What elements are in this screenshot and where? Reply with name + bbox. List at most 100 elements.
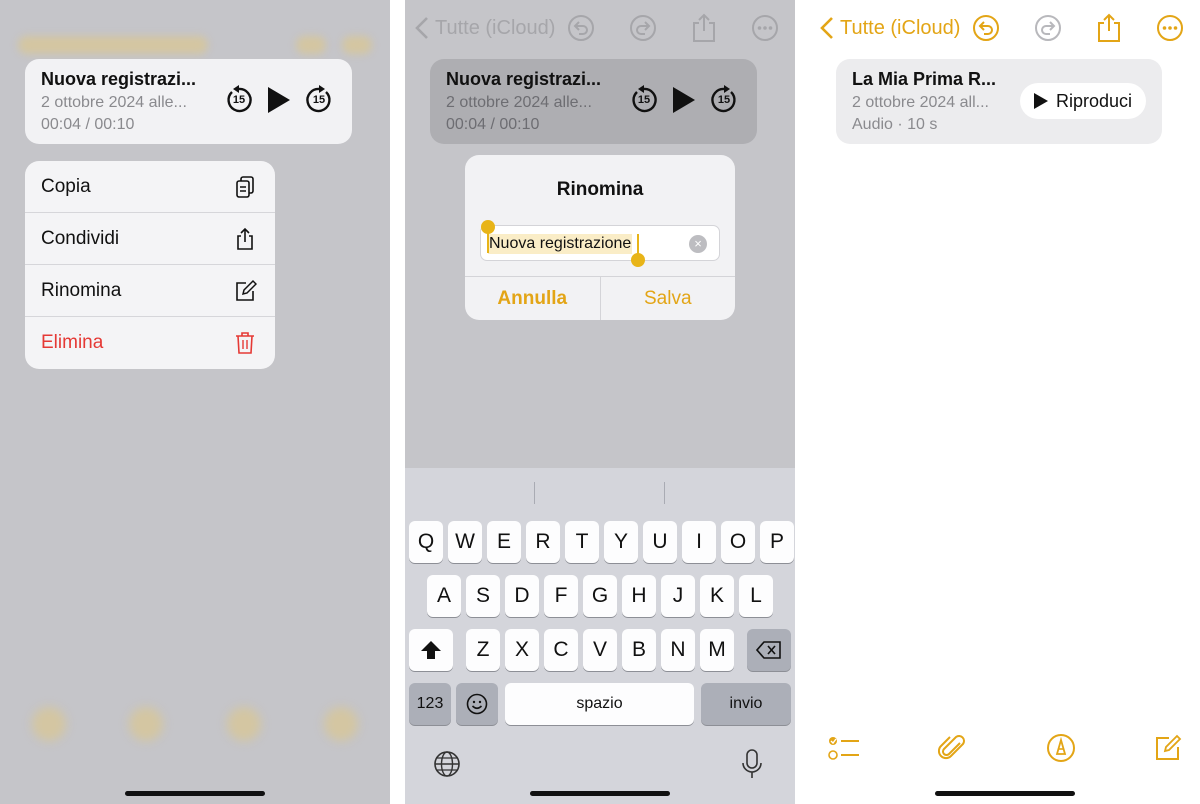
key-k[interactable]: K xyxy=(700,575,734,617)
key-u[interactable]: U xyxy=(643,521,677,563)
key-h[interactable]: H xyxy=(622,575,656,617)
play-icon xyxy=(1033,93,1048,109)
selected-text: Nuova registrazione xyxy=(488,234,633,254)
key-j[interactable]: J xyxy=(661,575,695,617)
home-indicator xyxy=(125,791,265,796)
play-icon xyxy=(673,87,695,113)
blurred-icon xyxy=(342,36,372,54)
menu-item-share[interactable]: Condividi xyxy=(25,213,275,265)
redo-icon[interactable] xyxy=(1034,14,1062,42)
checklist-icon[interactable] xyxy=(828,734,860,762)
back-button[interactable]: Tutte (iCloud) xyxy=(820,16,960,40)
emoji-key[interactable] xyxy=(456,683,498,725)
play-icon[interactable] xyxy=(268,87,290,113)
audio-progress-time: 00:04 / 00:10 xyxy=(446,116,540,133)
suggestion-divider xyxy=(534,482,535,504)
rename-input[interactable]: Nuova registrazione × xyxy=(480,225,720,261)
key-x[interactable]: X xyxy=(505,629,539,671)
keyboard: Q W E R T Y U I O P A S D F G H J K L Z xyxy=(405,468,795,804)
menu-item-copy[interactable]: Copia xyxy=(25,161,275,213)
blurred-toolbar xyxy=(0,704,390,744)
key-f[interactable]: F xyxy=(544,575,578,617)
blurred-navbar xyxy=(0,30,390,60)
save-button[interactable]: Salva xyxy=(601,277,736,320)
screen-note: Tutte (iCloud) La Mia Prima R... 2 ottob… xyxy=(810,0,1200,804)
keyboard-row-2: A S D F G H J K L xyxy=(405,575,795,617)
clear-text-icon[interactable]: × xyxy=(689,235,707,253)
blurred-back-label xyxy=(18,36,208,54)
key-w[interactable]: W xyxy=(448,521,482,563)
key-b[interactable]: B xyxy=(622,629,656,671)
suggestion-bar xyxy=(405,468,795,518)
blurred-icon xyxy=(31,707,66,741)
paperclip-icon[interactable] xyxy=(938,733,968,763)
home-indicator xyxy=(935,791,1075,796)
key-z[interactable]: Z xyxy=(466,629,500,671)
back-label: Tutte (iCloud) xyxy=(840,16,961,39)
key-l[interactable]: L xyxy=(739,575,773,617)
key-d[interactable]: D xyxy=(505,575,539,617)
shift-icon xyxy=(421,641,441,659)
play-button[interactable]: Riproduci xyxy=(1019,83,1146,119)
key-i[interactable]: I xyxy=(682,521,716,563)
key-a[interactable]: A xyxy=(427,575,461,617)
blurred-icon xyxy=(129,707,164,741)
audio-attachment-card: Nuova registrazi... 2 ottobre 2024 alle.… xyxy=(430,59,757,144)
keyboard-row-1: Q W E R T Y U I O P xyxy=(405,521,795,563)
nav-actions xyxy=(972,13,1184,43)
key-y[interactable]: Y xyxy=(604,521,638,563)
key-q[interactable]: Q xyxy=(409,521,443,563)
key-v[interactable]: V xyxy=(583,629,617,671)
menu-item-rename[interactable]: Rinomina xyxy=(25,265,275,317)
screen-context-menu: Nuova registrazi... 2 ottobre 2024 alle.… xyxy=(0,0,390,804)
key-o[interactable]: O xyxy=(721,521,755,563)
copy-icon xyxy=(236,175,254,198)
skip-forward-15-icon[interactable]: 15 xyxy=(304,85,334,115)
shift-key[interactable] xyxy=(409,629,453,671)
key-g[interactable]: G xyxy=(583,575,617,617)
audio-attachment-card[interactable]: Nuova registrazi... 2 ottobre 2024 alle.… xyxy=(25,59,352,144)
emoji-icon xyxy=(466,693,488,715)
bottom-toolbar xyxy=(810,728,1200,768)
more-icon[interactable] xyxy=(1156,14,1184,42)
undo-icon[interactable] xyxy=(972,14,1000,42)
key-p[interactable]: P xyxy=(760,521,794,563)
share-icon[interactable] xyxy=(1096,13,1122,43)
back-button[interactable]: Tutte (iCloud) xyxy=(415,16,555,40)
share-icon xyxy=(237,227,253,250)
space-key[interactable]: spazio xyxy=(505,683,694,725)
compose-icon[interactable] xyxy=(1154,734,1182,762)
trash-icon xyxy=(236,332,254,354)
cancel-button[interactable]: Annulla xyxy=(465,277,601,320)
numbers-key[interactable]: 123 xyxy=(409,683,451,725)
key-r[interactable]: R xyxy=(526,521,560,563)
audio-attachment-card[interactable]: La Mia Prima R... 2 ottobre 2024 all... … xyxy=(836,59,1162,144)
globe-icon[interactable] xyxy=(433,750,461,778)
key-m[interactable]: M xyxy=(700,629,734,671)
dialog-actions: Annulla Salva xyxy=(465,276,735,320)
microphone-icon[interactable] xyxy=(741,748,763,780)
key-n[interactable]: N xyxy=(661,629,695,671)
markup-pen-icon[interactable] xyxy=(1046,733,1076,763)
return-key[interactable]: invio xyxy=(701,683,791,725)
redo-icon[interactable] xyxy=(629,14,657,42)
more-icon[interactable] xyxy=(751,14,779,42)
key-s[interactable]: S xyxy=(466,575,500,617)
key-e[interactable]: E xyxy=(487,521,521,563)
key-t[interactable]: T xyxy=(565,521,599,563)
compose-icon xyxy=(236,279,257,301)
skip-forward-15-icon: 15 xyxy=(709,85,739,115)
keyboard-row-3: Z X C V B N M xyxy=(405,629,795,671)
menu-item-delete[interactable]: Elimina xyxy=(25,317,275,369)
audio-controls: 15 15 xyxy=(629,85,739,115)
undo-icon[interactable] xyxy=(567,14,595,42)
menu-item-label: Condividi xyxy=(41,227,120,249)
share-icon[interactable] xyxy=(691,13,717,43)
selection-end-handle[interactable] xyxy=(631,253,645,267)
screen-rename-dialog: Tutte (iCloud) Nuova registrazi... 2 ott… xyxy=(405,0,795,804)
backspace-key[interactable] xyxy=(747,629,791,671)
skip-back-15-icon[interactable]: 15 xyxy=(224,85,254,115)
rename-dialog: Rinomina Nuova registrazione × Annulla S… xyxy=(465,155,735,320)
keyboard-row-4: 123 spazio invio xyxy=(405,683,795,725)
key-c[interactable]: C xyxy=(544,629,578,671)
